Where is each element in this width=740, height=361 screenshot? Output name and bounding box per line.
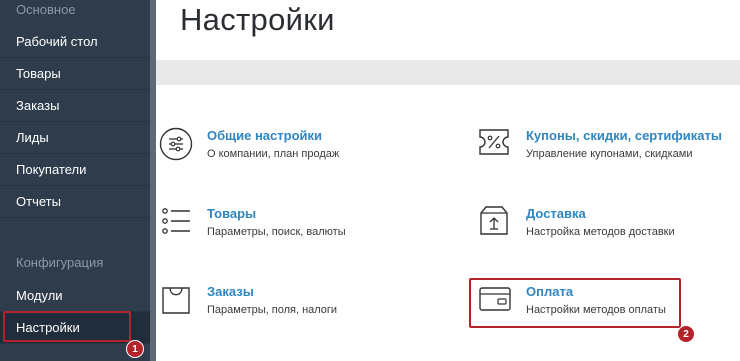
- sidebar-item-products[interactable]: Товары: [0, 58, 150, 90]
- sidebar-item-leads[interactable]: Лиды: [0, 122, 150, 154]
- card-subtitle: Параметры, поиск, валюты: [207, 226, 346, 238]
- page-title: Настройки: [180, 2, 335, 37]
- highlight-settings-box: [3, 311, 131, 342]
- card-subtitle: Параметры, поля, налоги: [207, 304, 338, 316]
- card-subtitle: Управление купонами, скидками: [526, 148, 693, 160]
- highlight-payment-box: [469, 278, 681, 328]
- delivery-box-icon: [480, 206, 508, 235]
- card-title[interactable]: Заказы: [207, 284, 254, 299]
- shopping-bag-icon: [162, 287, 190, 314]
- card-title[interactable]: Купоны, скидки, сертификаты: [526, 128, 722, 143]
- sidebar: Основное Рабочий стол Товары Заказы Лиды…: [0, 0, 150, 361]
- sidebar-item-reports[interactable]: Отчеты: [0, 186, 150, 218]
- sidebar-item-dashboard[interactable]: Рабочий стол: [0, 26, 150, 58]
- sidebar-section-basic: Основное: [16, 2, 76, 17]
- sidebar-item-customers[interactable]: Покупатели: [0, 154, 150, 186]
- sidebar-item-orders[interactable]: Заказы: [0, 90, 150, 122]
- sidebar-section-config: Конфигурация: [16, 255, 104, 270]
- card-subtitle: О компании, план продаж: [207, 148, 340, 160]
- step-badge-2: 2: [677, 325, 695, 343]
- sidebar-divider: [150, 0, 156, 361]
- sliders-icon: [159, 127, 193, 161]
- card-title[interactable]: Товары: [207, 206, 256, 221]
- step-badge-1: 1: [126, 340, 144, 358]
- card-title[interactable]: Доставка: [526, 206, 586, 221]
- card-title[interactable]: Общие настройки: [207, 128, 322, 143]
- sidebar-item-modules[interactable]: Модули: [0, 280, 150, 312]
- card-subtitle: Настройка методов доставки: [526, 226, 675, 238]
- list-icon: [162, 208, 190, 234]
- coupon-icon: [479, 129, 509, 155]
- toolbar-strip: [156, 60, 740, 85]
